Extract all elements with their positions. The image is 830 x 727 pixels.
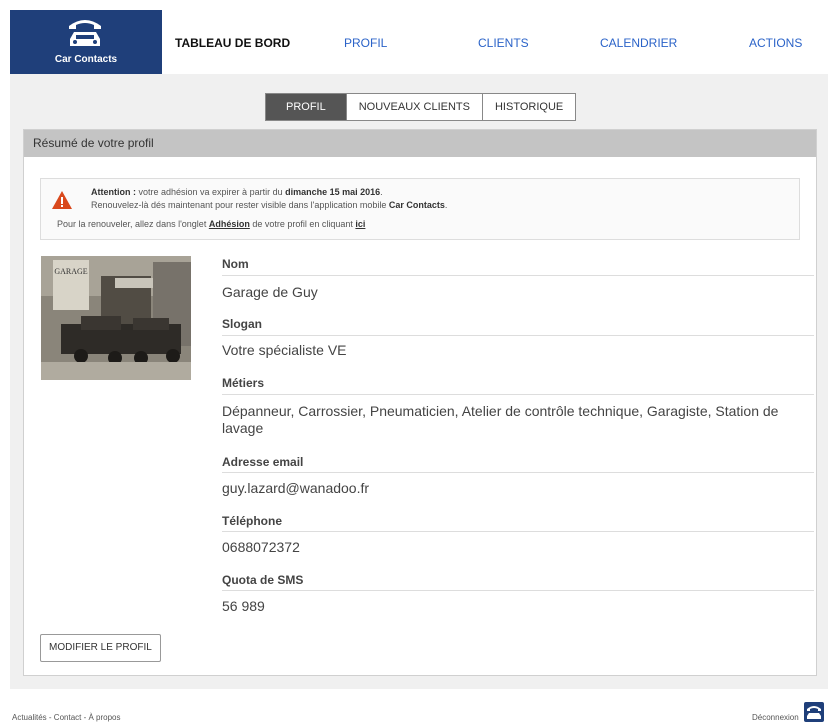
adhesion-link[interactable]: Adhésion bbox=[209, 219, 250, 229]
value-email: guy.lazard@wanadoo.fr bbox=[222, 480, 370, 496]
panel-title: Résumé de votre profil bbox=[24, 130, 816, 157]
alert-line3-mid: de votre profil en cliquant bbox=[249, 219, 356, 229]
profile-photo: GARAGE bbox=[41, 256, 191, 380]
value-sms-quota: 56 989 bbox=[222, 598, 265, 614]
alert-line1-text: votre adhésion va expirer à partir du bbox=[136, 187, 286, 197]
divider bbox=[222, 531, 814, 532]
car-phone-icon bbox=[69, 20, 101, 46]
edit-profile-button[interactable]: MODIFIER LE PROFIL bbox=[40, 634, 161, 662]
tab-nouveaux-clients[interactable]: NOUVEAUX CLIENTS bbox=[347, 94, 483, 120]
divider bbox=[222, 472, 814, 473]
alert-expiry-date: dimanche 15 mai 2016 bbox=[285, 187, 381, 197]
alert-line2-end: . bbox=[444, 200, 448, 210]
top-bar: Car Contacts TABLEAU DE BORD PROFIL CLIE… bbox=[0, 0, 830, 74]
nav-tableau-de-bord[interactable]: TABLEAU DE BORD bbox=[175, 36, 290, 50]
label-slogan: Slogan bbox=[222, 317, 263, 331]
warning-icon bbox=[52, 191, 72, 209]
car-phone-icon[interactable] bbox=[804, 702, 824, 722]
value-slogan: Votre spécialiste VE bbox=[222, 342, 347, 358]
label-nom: Nom bbox=[222, 257, 249, 271]
divider bbox=[222, 394, 814, 395]
footer-links[interactable]: Actualités - Contact - À propos bbox=[12, 713, 121, 722]
label-telephone: Téléphone bbox=[222, 514, 283, 528]
garage-sign: GARAGE bbox=[54, 267, 87, 276]
brand-logo[interactable]: Car Contacts bbox=[10, 10, 162, 74]
profile-panel: Résumé de votre profil Attention : votre… bbox=[23, 129, 817, 676]
alert-attention: Attention : bbox=[91, 187, 136, 197]
alert-line-1: Attention : votre adhésion va expirer à … bbox=[91, 187, 383, 197]
value-metiers: Dépanneur, Carrossier, Pneumaticien, Ate… bbox=[222, 403, 779, 436]
value-telephone: 0688072372 bbox=[222, 539, 300, 555]
alert-line-2: Renouvelez-là dés maintenant pour rester… bbox=[91, 200, 447, 210]
alert-line1-end: . bbox=[380, 187, 383, 197]
membership-alert: Attention : votre adhésion va expirer à … bbox=[40, 178, 800, 240]
label-sms-quota: Quota de SMS bbox=[222, 573, 304, 587]
nav-profil[interactable]: PROFIL bbox=[344, 36, 387, 50]
alert-line-3: Pour la renouveler, allez dans l'onglet … bbox=[57, 219, 365, 229]
brand-name: Car Contacts bbox=[54, 54, 118, 65]
click-here-link[interactable]: ici bbox=[355, 219, 365, 229]
alert-line2-text: Renouvelez-là dés maintenant pour rester… bbox=[91, 200, 389, 210]
tab-profil[interactable]: PROFIL bbox=[266, 94, 347, 120]
nav-actions[interactable]: ACTIONS bbox=[749, 36, 802, 50]
profile-tabs: PROFIL NOUVEAUX CLIENTS HISTORIQUE bbox=[265, 93, 577, 121]
tab-historique[interactable]: HISTORIQUE bbox=[483, 94, 575, 120]
value-nom: Garage de Guy bbox=[222, 284, 318, 300]
garage-photo: GARAGE bbox=[41, 256, 191, 380]
nav-clients[interactable]: CLIENTS bbox=[478, 36, 529, 50]
nav-calendrier[interactable]: CALENDRIER bbox=[600, 36, 677, 50]
divider bbox=[222, 275, 814, 276]
alert-app-name: Car Contacts bbox=[388, 200, 445, 210]
label-metiers: Métiers bbox=[222, 376, 265, 390]
alert-line3-text: Pour la renouveler, allez dans l'onglet bbox=[57, 219, 209, 229]
logout-link[interactable]: Déconnexion bbox=[752, 713, 799, 722]
divider bbox=[222, 590, 814, 591]
label-email: Adresse email bbox=[222, 455, 304, 469]
divider bbox=[222, 335, 814, 336]
